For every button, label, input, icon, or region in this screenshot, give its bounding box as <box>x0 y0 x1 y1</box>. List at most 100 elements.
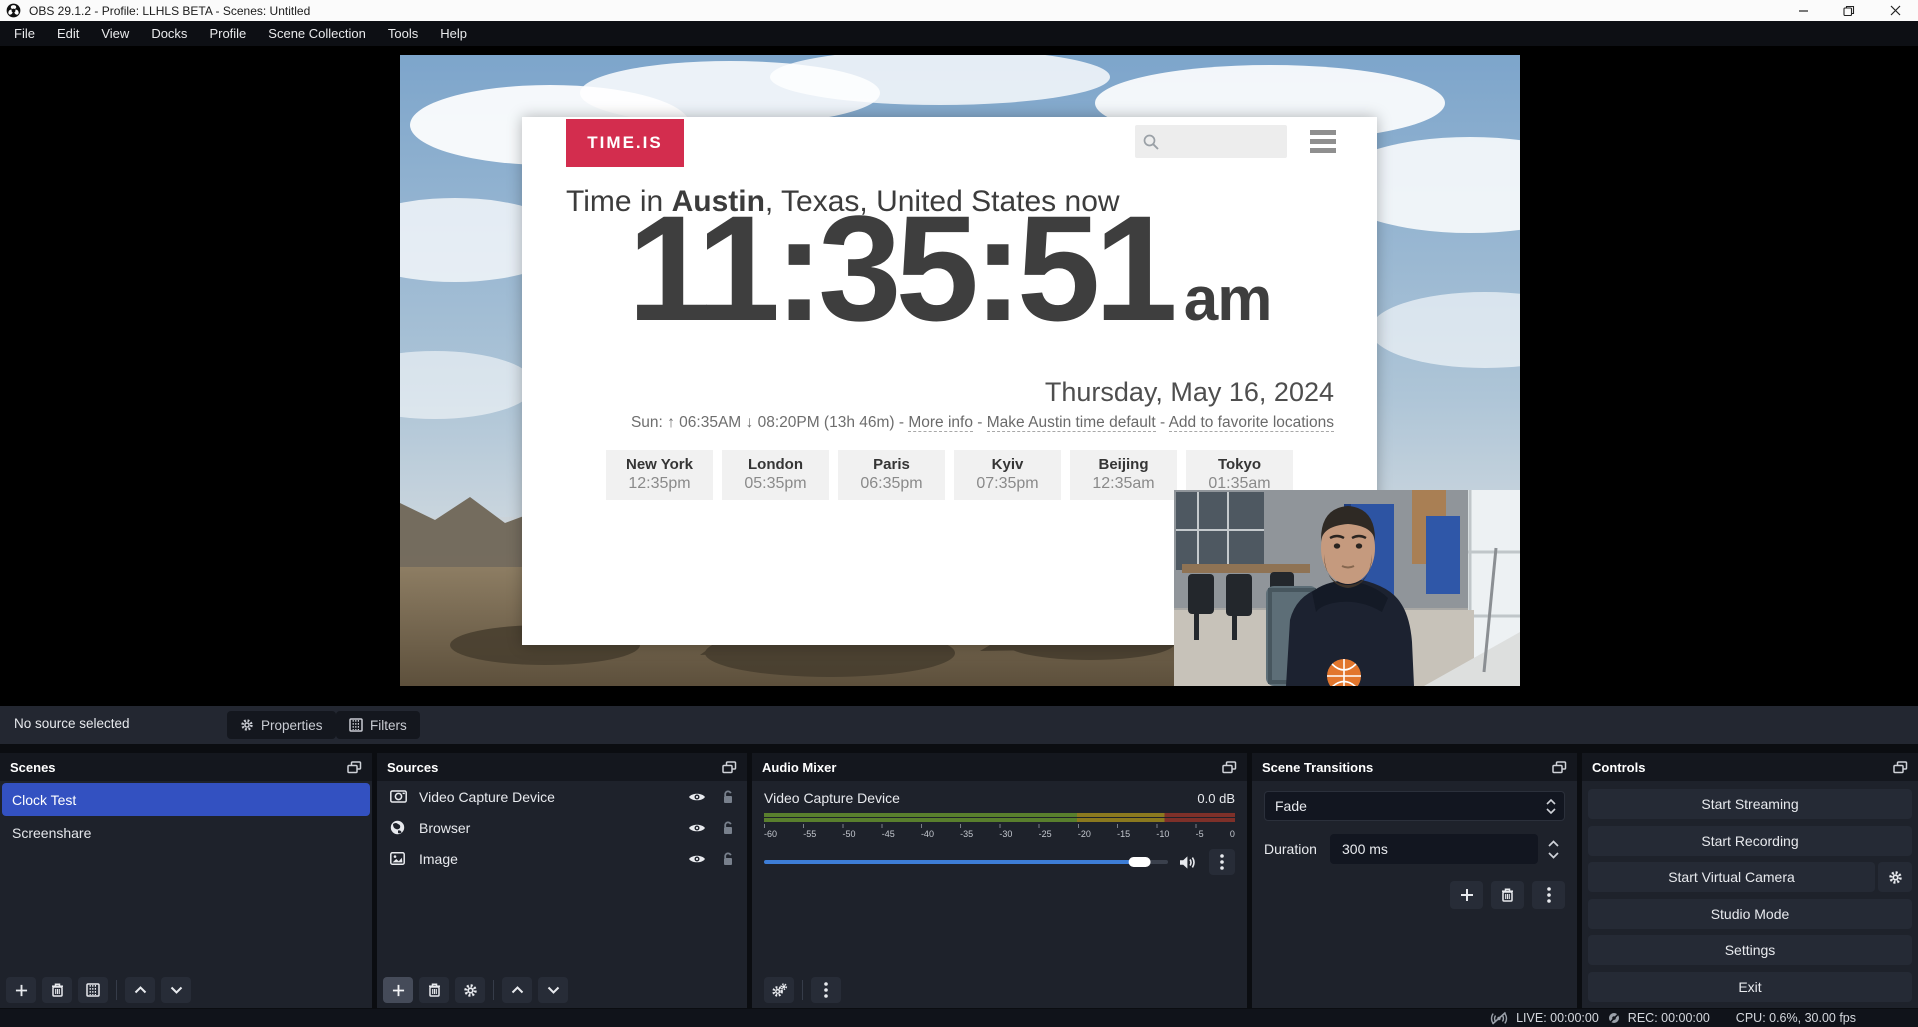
visibility-eye-icon[interactable] <box>688 791 706 803</box>
source-properties-button[interactable] <box>455 977 485 1003</box>
city-cell-beijing[interactable]: Beijing 12:35am <box>1070 450 1177 500</box>
scenes-panel-header[interactable]: Scenes <box>0 753 372 781</box>
city-cell-london[interactable]: London 05:35pm <box>722 450 829 500</box>
current-date: Thursday, May 16, 2024 <box>1045 377 1334 408</box>
start-recording-button[interactable]: Start Recording <box>1588 826 1912 856</box>
volume-meter <box>764 813 1235 822</box>
lock-icon[interactable] <box>722 852 734 866</box>
add-transition-button[interactable] <box>1450 881 1483 909</box>
add-favorite-link[interactable]: Add to favorite locations <box>1169 414 1334 432</box>
menu-edit[interactable]: Edit <box>46 21 90 46</box>
channel-menu-button[interactable] <box>1209 849 1235 875</box>
audio-mixer-header[interactable]: Audio Mixer <box>752 753 1247 781</box>
restore-button[interactable] <box>1826 0 1872 21</box>
more-info-link[interactable]: More info <box>908 414 973 432</box>
transition-select[interactable]: Fade <box>1264 791 1565 821</box>
settings-button[interactable]: Settings <box>1588 935 1912 965</box>
start-streaming-button[interactable]: Start Streaming <box>1588 789 1912 819</box>
panel-dock-icon[interactable] <box>1893 761 1908 774</box>
menu-tools[interactable]: Tools <box>377 21 429 46</box>
source-row-video-capture[interactable]: Video Capture Device <box>377 781 747 812</box>
lock-icon[interactable] <box>722 790 734 804</box>
stream-off-icon <box>1489 1011 1509 1025</box>
city-cell-paris[interactable]: Paris 06:35pm <box>838 450 945 500</box>
volume-slider[interactable] <box>764 860 1168 864</box>
city-cell-new-york[interactable]: New York 12:35pm <box>606 450 713 500</box>
gear-icon <box>240 718 254 732</box>
scene-item-clock-test[interactable]: Clock Test <box>2 783 370 816</box>
mixer-channel-name: Video Capture Device <box>764 790 900 806</box>
move-source-up-button[interactable] <box>502 977 532 1003</box>
city-cell-kyiv[interactable]: Kyiv 07:35pm <box>954 450 1061 500</box>
panel-dock-icon[interactable] <box>347 761 362 774</box>
hamburger-menu-icon[interactable] <box>1310 130 1336 153</box>
controls-body: Start Streaming Start Recording Start Vi… <box>1582 781 1918 1010</box>
visibility-eye-icon[interactable] <box>688 822 706 834</box>
sources-panel-header[interactable]: Sources <box>377 753 747 781</box>
sun-info-line: Sun: ↑ 06:35AM ↓ 08:20PM (13h 46m) - Mor… <box>522 414 1334 432</box>
window-controls <box>1780 0 1918 21</box>
dock-area: Scenes Clock Test Screenshare <box>0 744 1918 1009</box>
filter-icon <box>349 718 363 732</box>
add-scene-button[interactable] <box>6 977 36 1003</box>
scenes-list: Clock Test Screenshare <box>0 781 372 1008</box>
source-row-image[interactable]: Image <box>377 843 747 874</box>
panel-dock-icon[interactable] <box>1552 761 1567 774</box>
controls-panel-header[interactable]: Controls <box>1582 753 1918 781</box>
transition-menu-button[interactable] <box>1532 881 1565 909</box>
menu-file[interactable]: File <box>3 21 46 46</box>
scene-filters-button[interactable] <box>78 977 108 1003</box>
scene-item-screenshare[interactable]: Screenshare <box>0 816 372 849</box>
close-button[interactable] <box>1872 0 1918 21</box>
duration-input[interactable]: 300 ms <box>1330 834 1538 864</box>
record-off-icon <box>1607 1011 1621 1025</box>
meter-scale-labels: -60-55-50-45-40-35-30-25-20-15-10-50 <box>764 829 1235 839</box>
search-input[interactable] <box>1135 125 1287 158</box>
lock-icon[interactable] <box>722 821 734 835</box>
filters-button[interactable]: Filters <box>336 711 420 739</box>
start-virtual-camera-button[interactable]: Start Virtual Camera <box>1588 862 1875 892</box>
sources-toolbar <box>383 977 568 1003</box>
audio-mixer-panel: Audio Mixer Video Capture Device 0.0 dB <box>752 753 1247 1008</box>
mixer-toolbar <box>764 977 841 1003</box>
menu-profile[interactable]: Profile <box>198 21 257 46</box>
volume-slider-handle[interactable] <box>1128 857 1150 867</box>
menu-scene-collection[interactable]: Scene Collection <box>257 21 377 46</box>
speaker-icon[interactable] <box>1179 855 1198 870</box>
virtual-camera-settings-button[interactable] <box>1878 862 1912 892</box>
transitions-body: Fade Duration 300 ms <box>1252 781 1577 1008</box>
mixer-menu-button[interactable] <box>811 977 841 1003</box>
toolbar-separator <box>802 980 803 1000</box>
remove-source-button[interactable] <box>419 977 449 1003</box>
timeis-logo[interactable]: TIME.IS <box>566 119 684 167</box>
minimize-button[interactable] <box>1780 0 1826 21</box>
window-title: OBS 29.1.2 - Profile: LLHLS BETA - Scene… <box>29 4 310 18</box>
visibility-eye-icon[interactable] <box>688 853 706 865</box>
panel-dock-icon[interactable] <box>722 761 737 774</box>
move-source-down-button[interactable] <box>538 977 568 1003</box>
menubar: File Edit View Docks Profile Scene Colle… <box>0 21 1918 46</box>
exit-button[interactable]: Exit <box>1588 972 1912 1002</box>
camera-icon <box>390 790 410 803</box>
move-scene-up-button[interactable] <box>125 977 155 1003</box>
menu-help[interactable]: Help <box>429 21 478 46</box>
add-source-button[interactable] <box>383 977 413 1003</box>
toolbar-separator <box>116 980 117 1000</box>
rec-status: REC: 00:00:00 <box>1607 1011 1710 1025</box>
move-scene-down-button[interactable] <box>161 977 191 1003</box>
menu-view[interactable]: View <box>90 21 140 46</box>
preview-canvas[interactable]: TIME.IS Time in Austin, Texas, United St… <box>0 46 1918 706</box>
make-default-link[interactable]: Make Austin time default <box>987 414 1156 432</box>
source-row-browser[interactable]: Browser <box>377 812 747 843</box>
remove-scene-button[interactable] <box>42 977 72 1003</box>
context-message: No source selected <box>14 716 130 731</box>
menu-docks[interactable]: Docks <box>140 21 198 46</box>
cpu-fps-status: CPU: 0.6%, 30.00 fps <box>1736 1011 1856 1025</box>
remove-transition-button[interactable] <box>1491 881 1524 909</box>
panel-dock-icon[interactable] <box>1222 761 1237 774</box>
advanced-audio-button[interactable] <box>764 977 794 1003</box>
transitions-panel-header[interactable]: Scene Transitions <box>1252 753 1577 781</box>
duration-spin-buttons[interactable] <box>1541 840 1565 859</box>
properties-button[interactable]: Properties <box>227 711 336 739</box>
studio-mode-button[interactable]: Studio Mode <box>1588 899 1912 929</box>
